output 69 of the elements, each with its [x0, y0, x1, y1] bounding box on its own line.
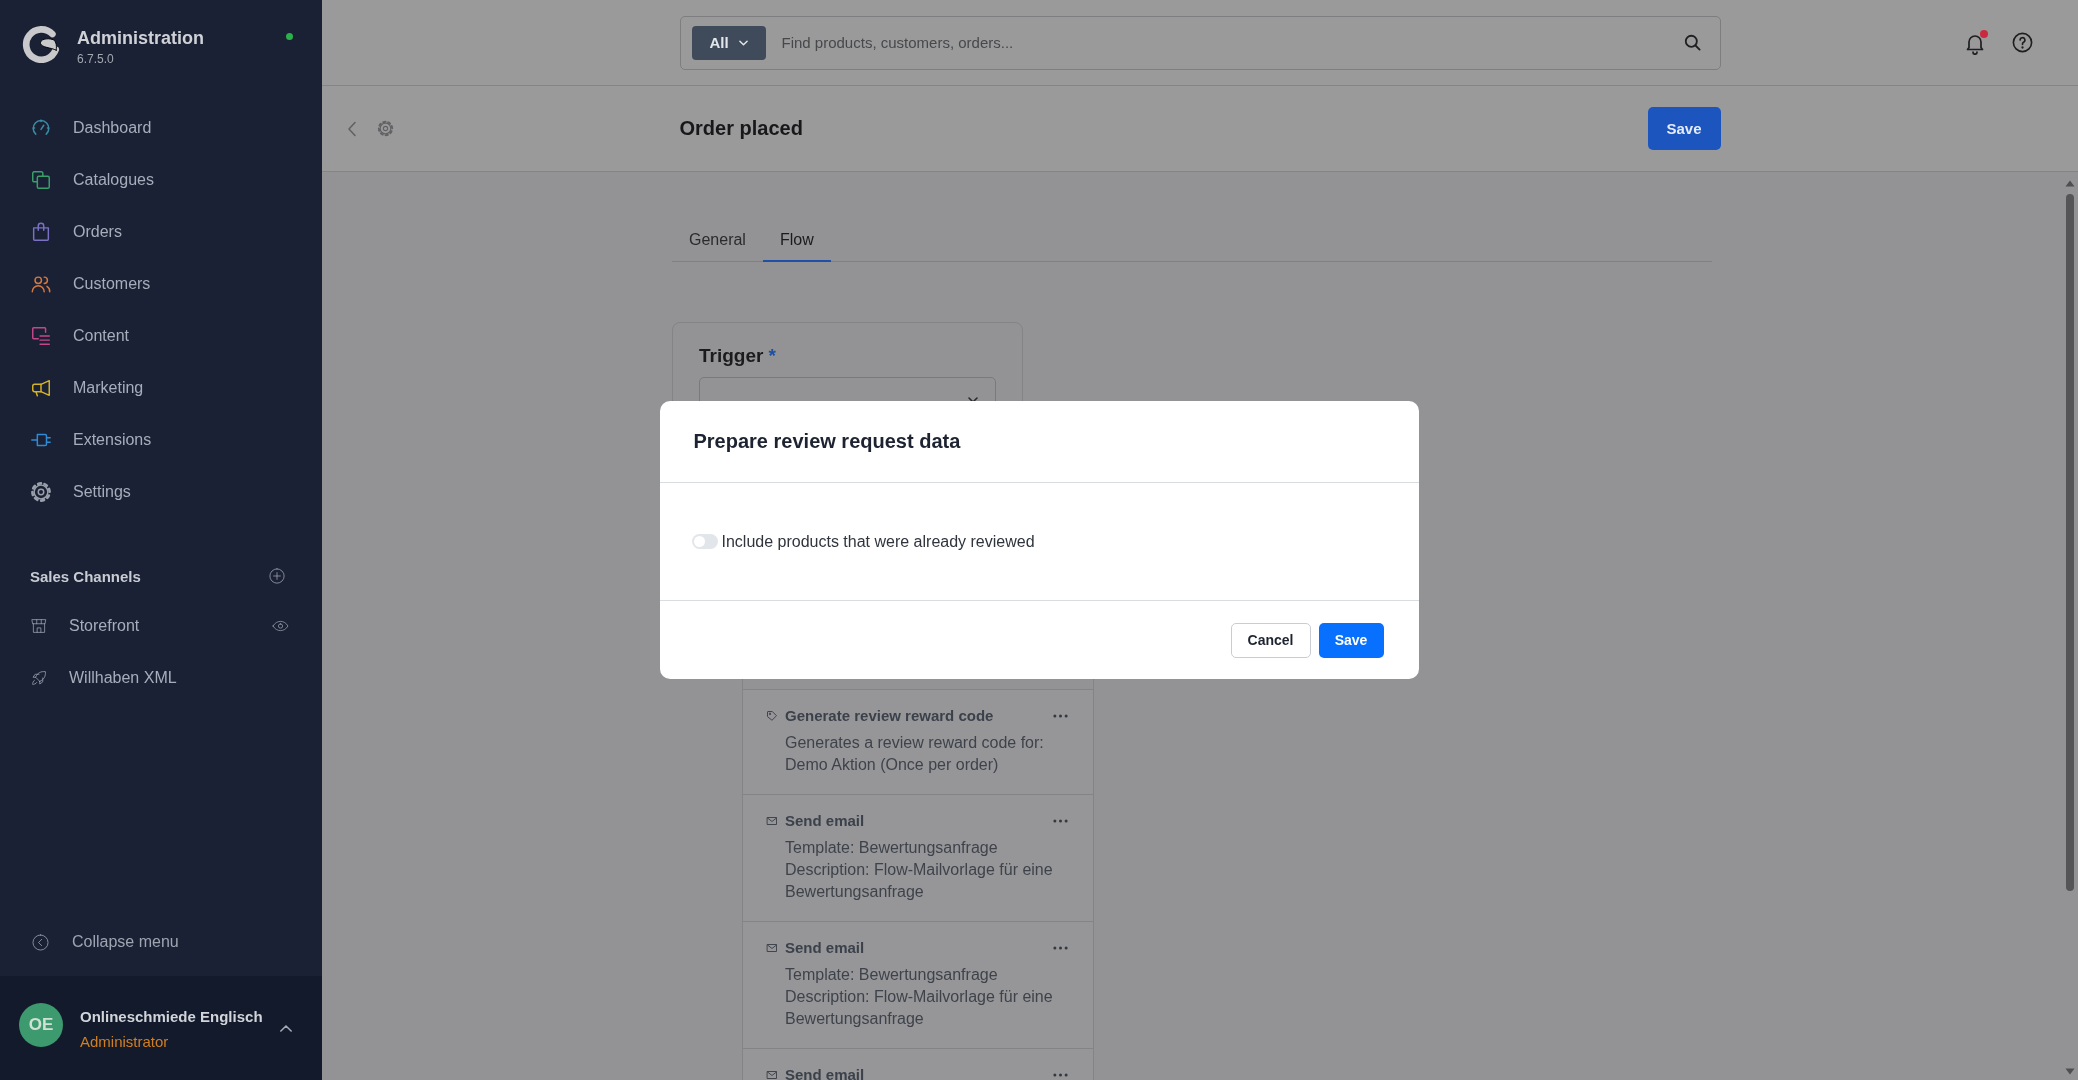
action-title: Generate review reward code [785, 706, 995, 726]
save-button[interactable]: Save [1318, 622, 1384, 658]
save-button[interactable]: Save [1647, 107, 1721, 150]
sidebar-item[interactable]: Settings [0, 466, 322, 518]
scroll-down-icon[interactable] [2065, 1068, 2075, 1075]
envelope-icon [766, 815, 778, 827]
action-title: Send email [785, 811, 866, 831]
bag-icon [30, 221, 52, 243]
megaphone-icon [30, 377, 52, 399]
tab[interactable]: General [672, 220, 763, 262]
eye-icon[interactable] [272, 620, 289, 632]
logo-icon [22, 25, 60, 63]
action-title: Send email [785, 1065, 866, 1080]
sidebar-item[interactable]: Willhaben XML [0, 652, 322, 704]
user-role: Administrator [80, 1032, 170, 1052]
sidebar-item[interactable]: Dashboard [0, 102, 322, 154]
user-name: Onlineschmiede Englisch [80, 1007, 263, 1027]
caret-icon [738, 39, 748, 46]
app-title: Administration [77, 27, 205, 49]
sidebar-item[interactable]: Extensions [0, 414, 322, 466]
search-field[interactable]: All Find products, customers, orders... [679, 15, 1721, 70]
settings-icon[interactable] [377, 120, 394, 137]
action-description: Template: Bewertungsanfrage [785, 838, 999, 858]
back-icon[interactable] [347, 120, 357, 137]
tag-icon [766, 710, 778, 722]
app-version: 6.7.5.0 [77, 52, 115, 67]
tab[interactable]: Flow [762, 220, 831, 262]
sidebar-item[interactable]: Marketing [0, 362, 322, 414]
field-label: Trigger [699, 344, 764, 368]
envelope-icon [766, 942, 778, 954]
users-icon [30, 273, 52, 295]
action-description: Description: Flow-Mailvorlage für eine Bewertungsanfrage [785, 860, 1054, 902]
collapse-menu-button[interactable]: Collapse menu [0, 920, 322, 964]
store-icon [30, 617, 48, 635]
more-icon[interactable] [1053, 946, 1068, 950]
toggle-switch[interactable] [691, 534, 718, 549]
envelope-icon [766, 1069, 778, 1080]
section-heading: Sales Channels [30, 567, 141, 585]
more-icon[interactable] [1053, 819, 1068, 823]
scroll-up-icon[interactable] [2065, 180, 2075, 187]
search-icon[interactable] [1682, 33, 1702, 52]
content-icon [30, 325, 52, 347]
action-description: Generates a review reward code for: Demo Aktion (Once per order) [785, 733, 1045, 775]
required-mark: * [768, 344, 776, 368]
scope-dropdown[interactable]: All [691, 25, 766, 60]
sidebar-item[interactable]: Orders [0, 206, 322, 258]
more-icon[interactable] [1053, 714, 1068, 718]
add-icon[interactable] [268, 567, 286, 585]
rocket-icon [30, 669, 48, 687]
page-title: Order placed [679, 117, 803, 140]
action-description: Template: Bewertungsanfrage [785, 965, 999, 985]
more-icon[interactable] [1053, 1073, 1068, 1077]
sidebar-item[interactable]: Catalogues [0, 154, 322, 206]
copy-icon [30, 169, 52, 191]
action-description: Description: Flow-Mailvorlage für eine Bewertungsanfrage [785, 987, 1054, 1029]
caret-icon [968, 397, 978, 403]
dialog-title: Prepare review request data [693, 430, 961, 453]
gear-icon [30, 481, 52, 503]
chevron-up-icon[interactable] [279, 1024, 292, 1032]
cancel-button[interactable]: Cancel [1230, 622, 1311, 658]
option-label: Include products that were already reviewed [721, 532, 1035, 551]
sidebar-item[interactable]: Customers [0, 258, 322, 310]
sidebar-item[interactable]: Storefront [0, 600, 322, 652]
user-avatar: OE [19, 1003, 63, 1047]
chevron-left-circle-icon [31, 932, 50, 952]
action-title: Send email [785, 938, 866, 958]
sidebar-item[interactable]: Content [0, 310, 322, 362]
scrollbar-thumb[interactable] [2066, 194, 2074, 891]
help-icon[interactable] [2011, 31, 2034, 54]
